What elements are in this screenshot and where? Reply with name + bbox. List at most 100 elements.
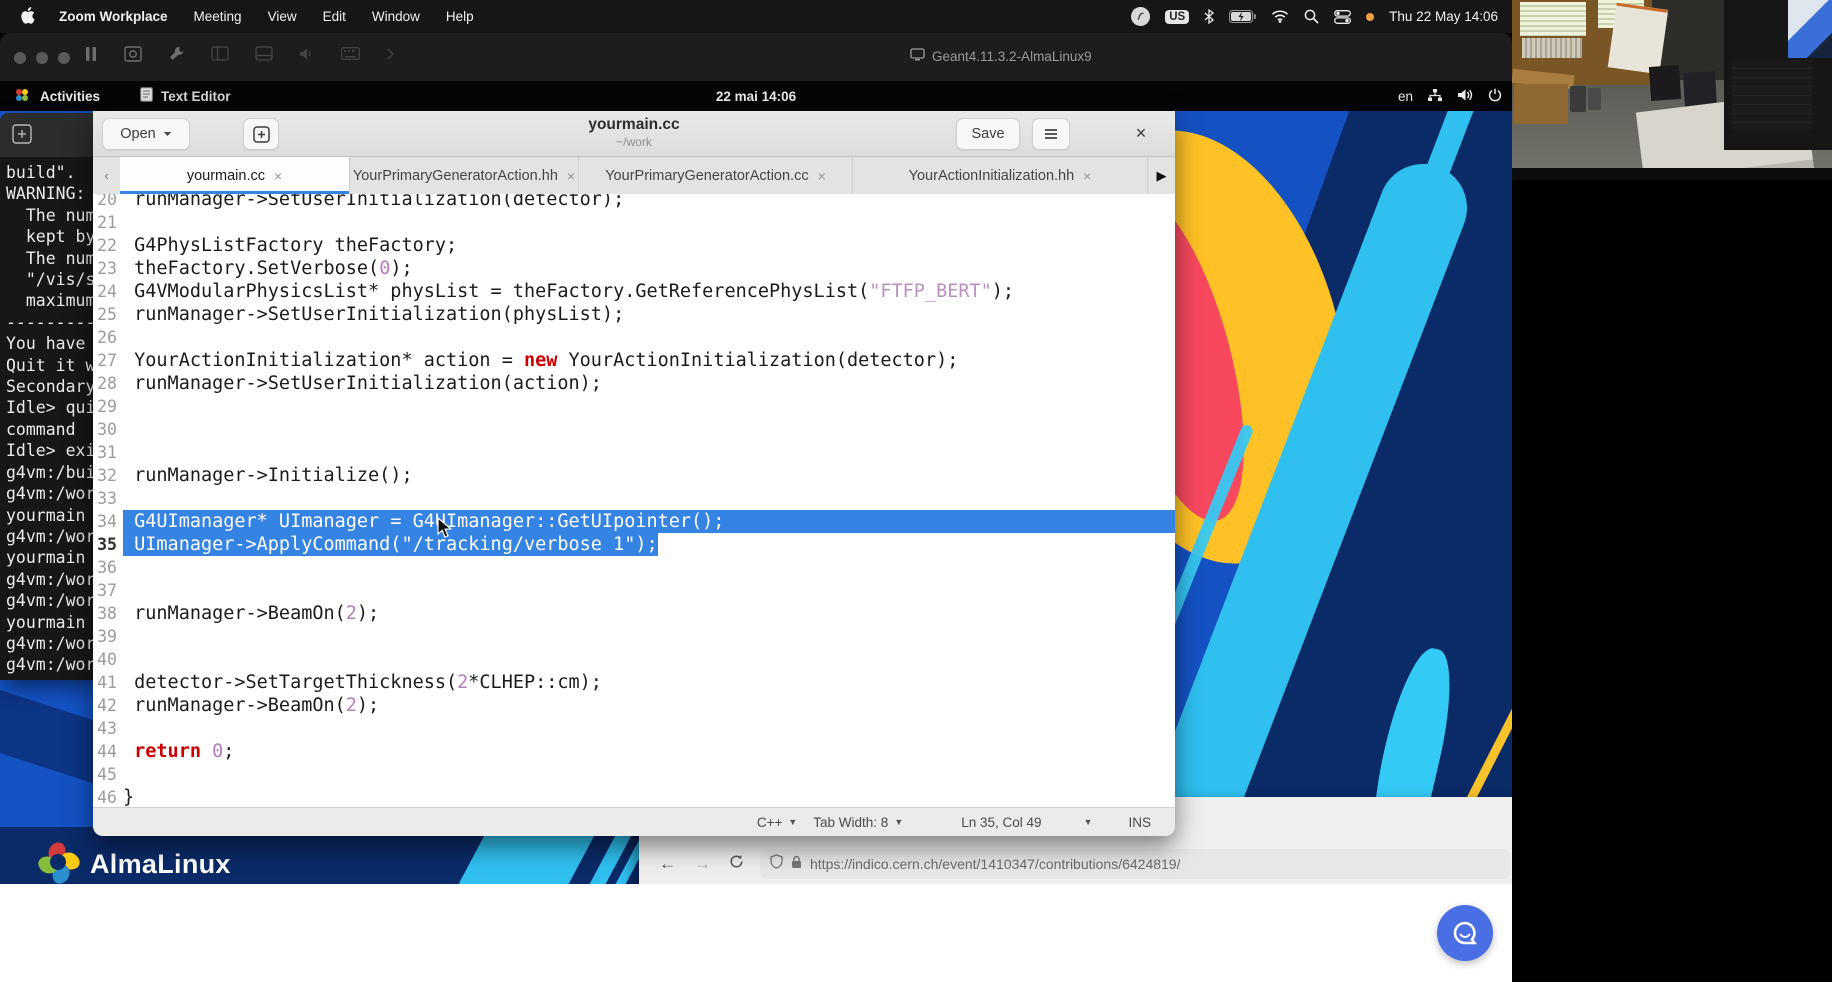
goto-line-dropdown[interactable]: ▼: [1084, 817, 1093, 827]
line-number: 21: [93, 211, 123, 234]
vm-panel-left-icon[interactable]: [211, 46, 229, 61]
code-line[interactable]: 26: [93, 326, 1175, 349]
line-number: 27: [93, 349, 123, 372]
language-selector[interactable]: C++▼: [757, 815, 797, 830]
tab-close-icon[interactable]: ×: [274, 168, 282, 184]
code-line[interactable]: 41 detector->SetTargetThickness(2*CLHEP:…: [93, 671, 1175, 694]
tab-label: yourmain.cc: [187, 168, 265, 184]
code-line[interactable]: 35 UImanager->ApplyCommand("/tracking/ve…: [93, 533, 1175, 556]
vm-pause-icon[interactable]: [84, 46, 98, 62]
line-number: 20: [93, 194, 123, 211]
menu-window[interactable]: Window: [372, 9, 420, 24]
vm-toolbar-chevron-icon[interactable]: [386, 48, 394, 60]
code-line[interactable]: 27 YourActionInitialization* action = ne…: [93, 349, 1175, 372]
code-line[interactable]: 24 G4VModularPhysicsList* physList = the…: [93, 280, 1175, 303]
code-line[interactable]: 25 runManager->SetUserInitialization(phy…: [93, 303, 1175, 326]
code-line[interactable]: 39: [93, 625, 1175, 648]
bluetooth-icon[interactable]: [1204, 9, 1214, 24]
code-line[interactable]: 34 G4UImanager* UImanager = G4UImanager:…: [93, 510, 1175, 533]
gnome-clock[interactable]: 22 mai 14:06: [0, 81, 1512, 111]
code-line[interactable]: 38 runManager->BeamOn(2);: [93, 602, 1175, 625]
code-line[interactable]: 32 runManager->Initialize();: [93, 464, 1175, 487]
apple-logo-icon[interactable]: [20, 7, 35, 27]
code-line[interactable]: 23 theFactory.SetVerbose(0);: [93, 257, 1175, 280]
tab-close-icon[interactable]: ×: [567, 168, 575, 184]
save-button[interactable]: Save: [956, 118, 1020, 150]
line-number: 42: [93, 694, 123, 717]
vm-keyboard-icon[interactable]: [341, 47, 360, 60]
chat-widget-button[interactable]: [1437, 905, 1493, 961]
menu-bar-clock[interactable]: Thu 22 May 14:06: [1389, 9, 1498, 24]
code-line[interactable]: 37: [93, 579, 1175, 602]
terminal-new-tab-icon[interactable]: [12, 124, 32, 149]
tab-label: YourPrimaryGeneratorAction.cc: [605, 168, 808, 184]
spotlight-search-icon[interactable]: [1304, 9, 1319, 24]
menu-zoom-workplace[interactable]: Zoom Workplace: [59, 9, 168, 24]
line-number: 29: [93, 395, 123, 418]
tab-width-selector[interactable]: Tab Width: 8▼: [813, 815, 903, 830]
tab-close-icon[interactable]: ×: [818, 168, 826, 184]
main-menu-button[interactable]: [1032, 118, 1070, 150]
code-line[interactable]: 20 runManager->SetUserInitialization(det…: [93, 194, 1175, 211]
minimize-window-button[interactable]: [36, 52, 48, 64]
code-line[interactable]: 40: [93, 648, 1175, 671]
insert-mode-indicator[interactable]: INS: [1128, 815, 1151, 830]
zoom-window-button[interactable]: [58, 52, 70, 64]
code-line[interactable]: 22 G4PhysListFactory theFactory;: [93, 234, 1175, 257]
menu-view[interactable]: View: [268, 9, 297, 24]
browser-reload-button[interactable]: [729, 854, 744, 874]
wifi-icon[interactable]: [1271, 10, 1289, 23]
tabs-scroll-right-button[interactable]: ▶: [1148, 157, 1175, 194]
code-text: G4VModularPhysicsList* physList = theFac…: [123, 280, 1014, 303]
terminal-output[interactable]: build". WARNING: The num kept by The num…: [0, 157, 93, 680]
code-line[interactable]: 45: [93, 763, 1175, 786]
code-line[interactable]: 28 runManager->SetUserInitialization(act…: [93, 372, 1175, 395]
status-menulet-icon[interactable]: [1131, 7, 1150, 26]
editor-tab[interactable]: YourPrimaryGeneratorAction.cc ×: [579, 157, 853, 194]
vm-tools-wrench-icon[interactable]: [168, 45, 185, 62]
keyboard-layout-indicator[interactable]: US: [1165, 10, 1189, 24]
gnome-system-tray[interactable]: en: [1398, 81, 1502, 111]
vm-snapshot-icon[interactable]: [124, 46, 142, 62]
cursor-position-indicator[interactable]: Ln 35, Col 49: [961, 815, 1041, 830]
code-editor-area[interactable]: 20 runManager->SetUserInitialization(det…: [93, 194, 1175, 808]
code-line[interactable]: 42 runManager->BeamOn(2);: [93, 694, 1175, 717]
code-line[interactable]: 43: [93, 717, 1175, 740]
editor-tab[interactable]: YourPrimaryGeneratorAction.hh×: [350, 157, 579, 194]
code-line[interactable]: 36: [93, 556, 1175, 579]
browser-back-button[interactable]: ←: [659, 854, 676, 874]
browser-forward-button[interactable]: →: [694, 854, 711, 874]
tab-close-icon[interactable]: ×: [1083, 168, 1091, 184]
battery-icon[interactable]: [1229, 10, 1256, 23]
code-line[interactable]: 30: [93, 418, 1175, 441]
menu-meeting[interactable]: Meeting: [194, 9, 242, 24]
code-line[interactable]: 46}: [93, 786, 1175, 808]
screen: Zoom Workplace Meeting View Edit Window …: [0, 0, 1832, 982]
terminal-window[interactable]: build". WARNING: The num kept by The num…: [0, 113, 93, 680]
vm-audio-icon[interactable]: [299, 47, 315, 61]
control-center-icon[interactable]: [1334, 10, 1351, 24]
vm-panel-bottom-icon[interactable]: [255, 46, 273, 61]
code-line[interactable]: 44 return 0;: [93, 740, 1175, 763]
window-close-button[interactable]: ×: [1125, 118, 1157, 148]
menu-help[interactable]: Help: [446, 9, 474, 24]
editor-tab[interactable]: YourActionInitialization.hh×: [853, 157, 1148, 194]
code-line[interactable]: 29: [93, 395, 1175, 418]
line-number: 35: [93, 533, 123, 556]
tabs-scroll-left-button[interactable]: ‹: [93, 157, 120, 194]
close-icon: ×: [1136, 123, 1147, 144]
editor-tab[interactable]: yourmain.cc ×: [120, 157, 350, 194]
shield-icon[interactable]: [770, 854, 783, 874]
lock-icon[interactable]: [791, 855, 802, 874]
url-text[interactable]: https://indico.cern.ch/event/1410347/con…: [810, 856, 1180, 872]
code-line[interactable]: 21: [93, 211, 1175, 234]
webcam-radiator: [1522, 38, 1582, 58]
browser-toolbar: ← → https://indico.cern.ch/event/1410347…: [639, 843, 1512, 886]
code-line[interactable]: 33: [93, 487, 1175, 510]
close-window-button[interactable]: [14, 52, 26, 64]
address-bar[interactable]: https://indico.cern.ch/event/1410347/con…: [760, 849, 1510, 879]
input-language-indicator[interactable]: en: [1398, 89, 1413, 104]
vm-display-icon: [910, 48, 925, 64]
code-line[interactable]: 31: [93, 441, 1175, 464]
menu-edit[interactable]: Edit: [323, 9, 346, 24]
